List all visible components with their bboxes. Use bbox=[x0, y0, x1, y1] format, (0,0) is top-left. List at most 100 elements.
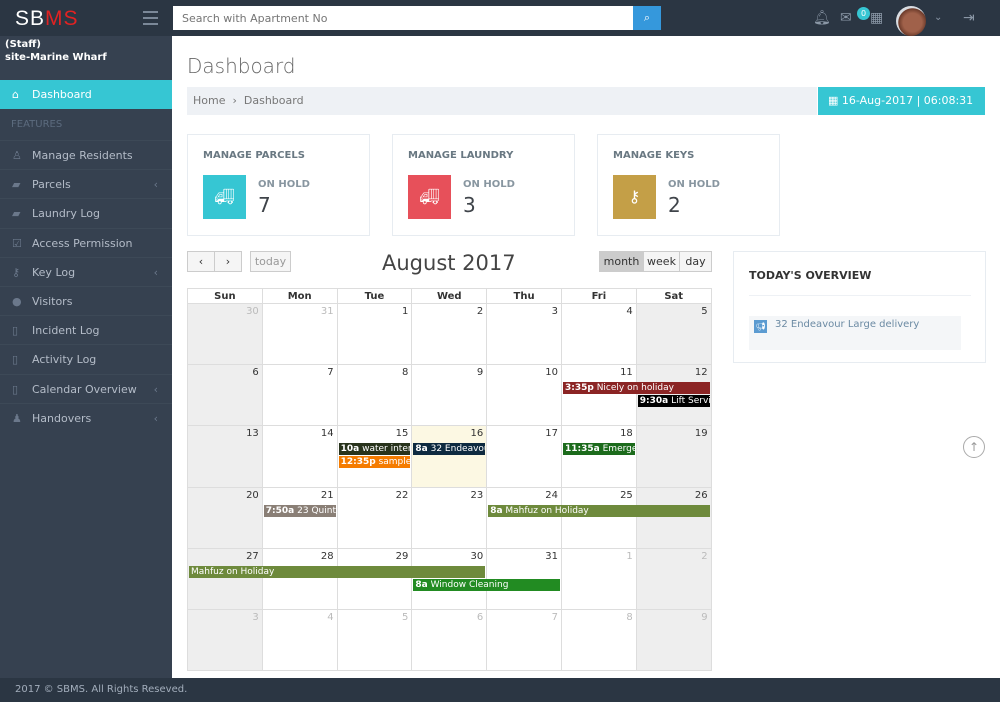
key-icon: ⚷ bbox=[12, 265, 21, 279]
day-cell[interactable]: 28 bbox=[262, 548, 338, 610]
next-month-button[interactable]: › bbox=[214, 251, 242, 272]
stat-card-manage-parcels[interactable]: MANAGE PARCELS 🚚︎ ON HOLD 7 bbox=[187, 134, 370, 236]
calendar-event[interactable]: 8a Window Cleaning bbox=[413, 578, 560, 591]
search-input[interactable] bbox=[173, 6, 633, 30]
day-cell[interactable]: 18 bbox=[562, 426, 637, 488]
view-month-button[interactable]: month bbox=[599, 251, 644, 272]
calendar-event[interactable]: 10a water interruption bbox=[338, 443, 411, 456]
day-cell[interactable]: 30 bbox=[188, 304, 263, 366]
stat-card-manage-keys[interactable]: MANAGE KEYS ⚷ ON HOLD 2 bbox=[597, 134, 780, 236]
datetime-display: ▦ 16-Aug-2017 | 06:08:31 pm bbox=[818, 87, 985, 135]
calendar-icon[interactable]: ▦ bbox=[870, 10, 883, 26]
footer: 2017 © SBMS. All Rights Reseved. bbox=[0, 678, 1000, 702]
day-cell[interactable]: 7 bbox=[262, 365, 338, 427]
day-cell[interactable]: 5 bbox=[636, 304, 712, 366]
calendar-event[interactable]: 3:35p Nicely on holiday bbox=[563, 382, 710, 395]
day-cell[interactable]: 22 bbox=[337, 487, 413, 549]
day-cell[interactable]: 25 bbox=[562, 487, 637, 549]
sidebar-item-handovers[interactable]: ♟ Handovers ‹ bbox=[0, 402, 172, 432]
day-header: Thu bbox=[487, 289, 562, 304]
day-cell[interactable]: 16 bbox=[412, 426, 488, 488]
calendar-event[interactable]: 8a Mahfuz on Holiday bbox=[488, 504, 710, 517]
day-cell[interactable]: 2 bbox=[412, 304, 488, 366]
breadcrumb-home[interactable]: Home bbox=[193, 94, 225, 107]
day-cell[interactable]: 17 bbox=[487, 426, 562, 488]
envelope-icon[interactable]: ✉ bbox=[840, 10, 852, 26]
day-cell[interactable]: 14 bbox=[262, 426, 338, 488]
day-cell[interactable]: 7 bbox=[487, 610, 562, 672]
day-cell[interactable]: 1 bbox=[562, 548, 637, 610]
overview-item[interactable]: 📢︎ 32 Endeavour Large delivery bbox=[749, 316, 961, 350]
day-cell[interactable]: 8 bbox=[562, 610, 637, 672]
day-cell[interactable]: 13 bbox=[188, 426, 263, 488]
sidebar-item-manage-residents[interactable]: ♙ Manage Residents bbox=[0, 140, 172, 169]
menu-toggle-icon[interactable] bbox=[143, 11, 158, 29]
day-cell[interactable]: 1 bbox=[337, 304, 413, 366]
day-cell[interactable]: 6 bbox=[412, 610, 488, 672]
prev-month-button[interactable]: ‹ bbox=[187, 251, 215, 272]
scroll-top-button[interactable]: ↑ bbox=[963, 436, 985, 458]
day-header: Sat bbox=[636, 289, 712, 304]
day-cell[interactable]: 26 bbox=[636, 487, 712, 549]
calendar-event[interactable]: 12:35p sample event bbox=[338, 456, 411, 469]
calendar-event[interactable]: 8a 32 Endeavour Large delivery bbox=[413, 443, 486, 456]
day-cell[interactable]: 9 bbox=[636, 610, 712, 672]
chevron-down-icon[interactable]: ⌄ bbox=[934, 12, 942, 23]
sidebar-item-parcels[interactable]: ▰ Parcels ‹ bbox=[0, 169, 172, 198]
day-cell[interactable]: 11 bbox=[562, 365, 637, 427]
sidebar-item-dashboard[interactable]: ⌂ Dashboard bbox=[0, 80, 172, 109]
stat-title: MANAGE PARCELS bbox=[203, 150, 305, 161]
chevron-left-icon: ‹ bbox=[153, 265, 158, 279]
day-cell[interactable]: 10 bbox=[487, 365, 562, 427]
calendar-event[interactable]: Mahfuz on Holiday bbox=[189, 565, 486, 578]
day-cell[interactable]: 8 bbox=[337, 365, 413, 427]
day-cell[interactable]: 27 bbox=[188, 548, 263, 610]
day-cell[interactable]: 3 bbox=[188, 610, 263, 672]
chevron-left-icon: ‹ bbox=[153, 382, 158, 396]
avatar[interactable] bbox=[896, 6, 926, 36]
day-cell[interactable]: 5 bbox=[337, 610, 413, 672]
calendar-event[interactable]: 7:50a 23 Quintor bbox=[263, 504, 336, 517]
logout-icon[interactable]: ⇥ bbox=[963, 10, 975, 26]
calendar-event[interactable]: 9:30a Lift Servicing bbox=[637, 395, 710, 408]
sidebar-item-incident-log[interactable]: ▯ Incident Log bbox=[0, 315, 172, 344]
day-cell[interactable]: 31 bbox=[262, 304, 338, 366]
sidebar-item-laundry-log[interactable]: ▰ Laundry Log bbox=[0, 198, 172, 227]
sidebar-item-access-permission[interactable]: ☑ Access Permission bbox=[0, 227, 172, 257]
sidebar-item-label: Laundry Log bbox=[32, 207, 100, 221]
file-icon: ▯ bbox=[12, 353, 19, 367]
sidebar-item-calendar-overview[interactable]: ▯ Calendar Overview ‹ bbox=[0, 373, 172, 403]
sidebar-item-visitors[interactable]: ● Visitors bbox=[0, 286, 172, 315]
view-day-button[interactable]: day bbox=[679, 251, 712, 272]
day-cell[interactable]: 6 bbox=[188, 365, 263, 427]
day-cell[interactable]: 20 bbox=[188, 487, 263, 549]
day-cell[interactable]: 24 bbox=[487, 487, 562, 549]
overview-title: TODAY'S OVERVIEW bbox=[749, 269, 872, 282]
day-cell[interactable]: 23 bbox=[412, 487, 488, 549]
truck-icon: 🚚︎ bbox=[408, 175, 451, 219]
search-button[interactable]: ⌕ bbox=[633, 6, 661, 30]
day-cell[interactable]: 19 bbox=[636, 426, 712, 488]
sidebar-item-key-log[interactable]: ⚷ Key Log ‹ bbox=[0, 256, 172, 286]
sidebar-item-activity-log[interactable]: ▯ Activity Log bbox=[0, 344, 172, 373]
day-cell[interactable]: 21 bbox=[262, 487, 338, 549]
logo[interactable]: SBMS bbox=[15, 7, 79, 31]
stat-value: 2 bbox=[668, 193, 681, 217]
view-week-button[interactable]: week bbox=[643, 251, 680, 272]
users-icon: ♟ bbox=[12, 411, 22, 425]
chevron-left-icon: ‹ bbox=[153, 411, 158, 425]
calendar-event[interactable]: 11:35a Emergency bbox=[563, 443, 635, 456]
day-cell[interactable]: 2 bbox=[636, 548, 712, 610]
stat-card-manage-laundry[interactable]: MANAGE LAUNDRY 🚚︎ ON HOLD 3 bbox=[392, 134, 575, 236]
bell-icon[interactable]: 🔔︎ bbox=[813, 10, 831, 26]
day-cell[interactable]: 29 bbox=[337, 548, 413, 610]
day-cell[interactable]: 4 bbox=[562, 304, 637, 366]
stat-title: MANAGE KEYS bbox=[613, 150, 695, 161]
calendar-title: August 2017 bbox=[382, 251, 516, 275]
day-cell[interactable]: 4 bbox=[262, 610, 338, 672]
stat-label: ON HOLD bbox=[258, 179, 310, 190]
today-button[interactable]: today bbox=[250, 251, 291, 272]
file-icon: ▯ bbox=[12, 382, 19, 396]
day-cell[interactable]: 3 bbox=[487, 304, 562, 366]
day-cell[interactable]: 9 bbox=[412, 365, 488, 427]
